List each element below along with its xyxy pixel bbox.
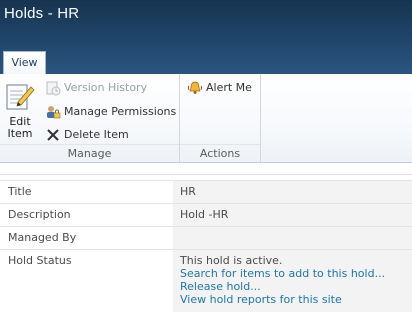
tab-view[interactable]: View [3,51,46,74]
property-value: This hold is active. Search for items to… [173,250,412,312]
group-label-actions: Actions [180,144,260,162]
delete-x-icon [47,129,59,141]
manage-permissions-icon [47,106,61,119]
property-row-hold-status: Hold Status This hold is active. Search … [0,249,412,312]
ribbon: Edit Item Version History Manage Permiss… [0,74,412,163]
version-history-icon [46,81,61,96]
hold-status-value: This hold is active. [180,254,283,267]
edit-item-button[interactable]: Edit Item [2,82,38,142]
edit-item-icon [6,84,35,110]
property-value: Hold -HR [173,204,412,226]
title-value: HR [180,185,196,198]
property-label: Title [8,185,32,198]
property-row-description: Description Hold -HR [0,203,412,226]
alert-me-label: Alert Me [206,81,252,94]
property-label: Managed By [8,231,77,244]
search-items-link[interactable]: Search for items to add to this hold... [180,267,412,280]
description-value: Hold -HR [180,208,229,221]
ribbon-group-actions: Alert Me Actions [180,74,261,162]
property-row-title: Title HR [0,180,412,203]
group-label-manage: Manage [0,144,179,162]
delete-item-button[interactable]: Delete Item [45,126,129,144]
property-label: Hold Status [8,254,72,267]
property-value: HR [173,181,412,203]
property-value [173,227,412,249]
manage-permissions-button[interactable]: Manage Permissions [45,103,176,121]
property-row-managed-by: Managed By [0,226,412,249]
release-hold-link[interactable]: Release hold... [180,280,412,293]
manage-permissions-label: Manage Permissions [64,105,177,118]
item-properties-table: Title HR Description Hold -HR Managed By… [0,180,412,312]
ribbon-group-manage: Edit Item Version History Manage Permiss… [0,74,180,162]
title-bar: Holds - HR View [0,0,412,74]
version-history-button[interactable]: Version History [45,79,147,97]
alert-bell-icon [187,81,203,94]
view-hold-reports-link[interactable]: View hold reports for this site [180,293,412,306]
version-history-label: Version History [64,81,148,94]
managed-by-value [180,227,412,231]
alert-me-button[interactable]: Alert Me [187,79,252,97]
delete-item-label: Delete Item [64,128,129,141]
page-title: Holds - HR [4,5,80,22]
edit-item-label-line2: Item [7,127,33,140]
property-label: Description [8,208,71,221]
content-separator [0,174,412,175]
